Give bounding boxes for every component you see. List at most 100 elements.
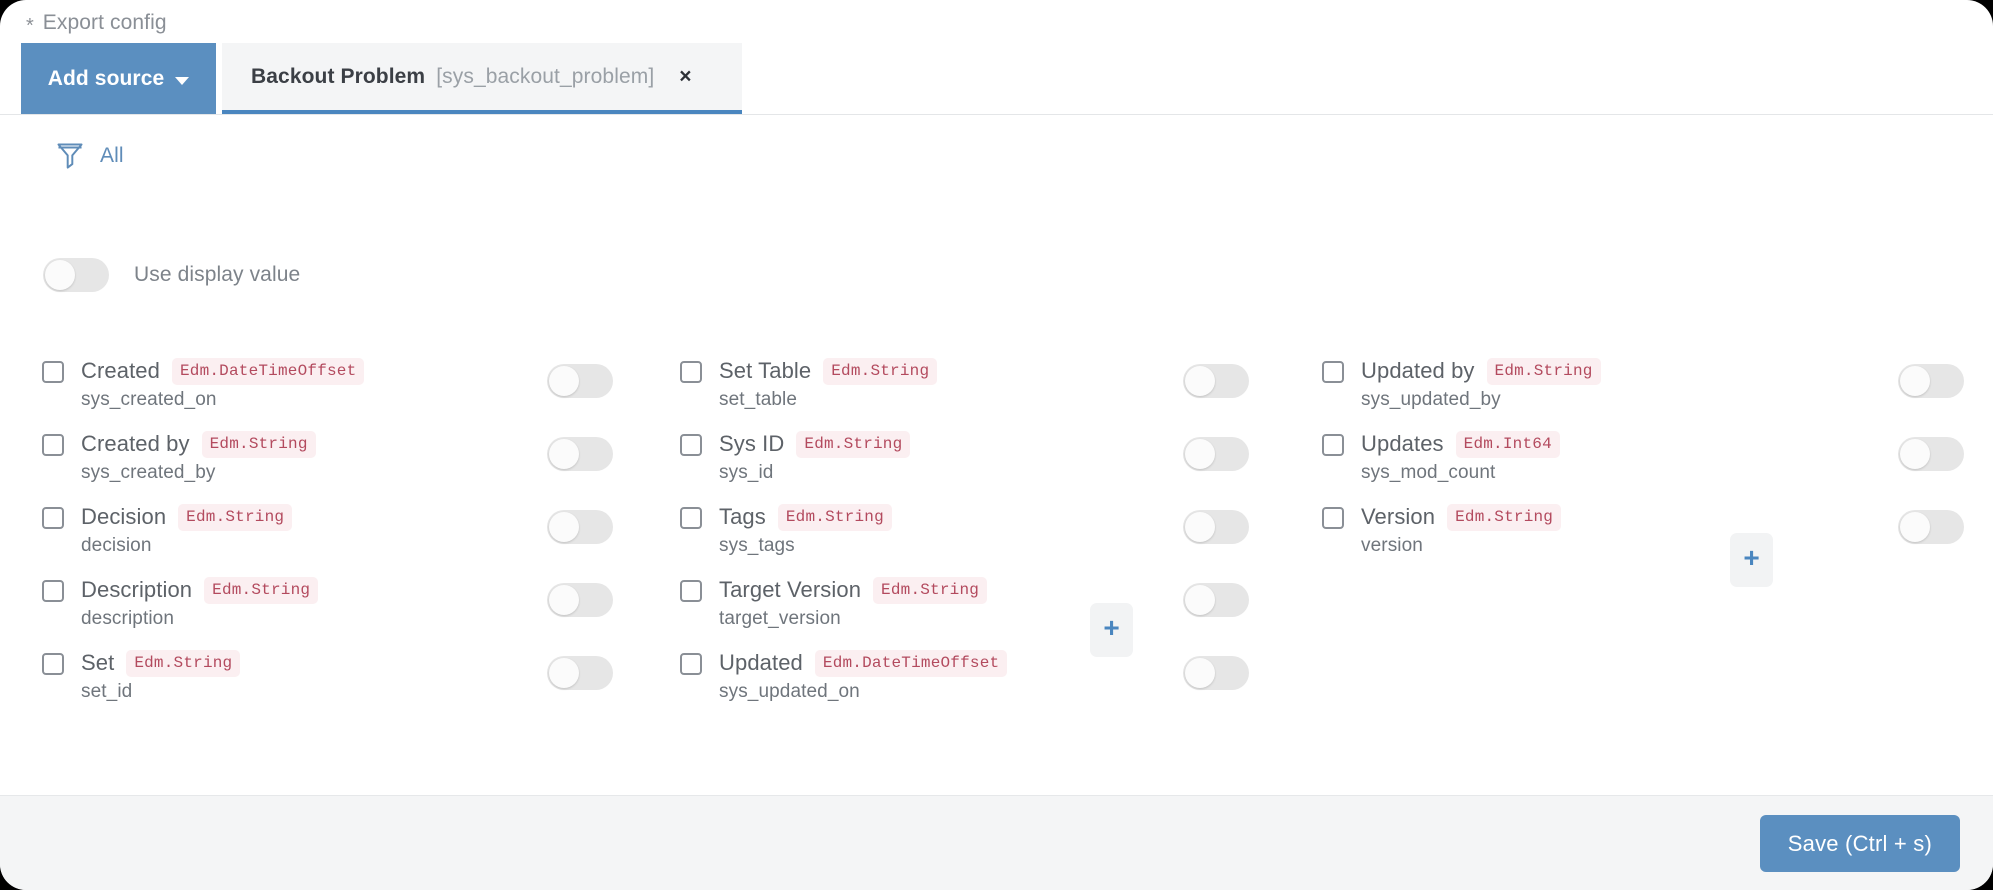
- field-type-badge: Edm.DateTimeOffset: [171, 357, 365, 385]
- field-title-line: Updated Edm.DateTimeOffset: [719, 647, 1008, 679]
- field-internal-name: version: [1361, 535, 1423, 556]
- field-type-badge: Edm.DateTimeOffset: [814, 649, 1008, 677]
- add-source-button[interactable]: Add source: [21, 43, 216, 114]
- field-row: Created by Edm.String sys_created_by: [42, 428, 640, 501]
- chevron-down-icon: [175, 76, 190, 85]
- field-internal-name: target_version: [719, 608, 841, 629]
- field-checkbox[interactable]: [680, 507, 702, 529]
- field-toggle[interactable]: [547, 656, 613, 690]
- field-label: Set: [81, 650, 115, 675]
- field-row: Set Edm.String set_id: [42, 647, 640, 720]
- field-type-badge: Edm.String: [873, 576, 988, 604]
- plus-icon: +: [1743, 542, 1760, 573]
- field-toggle[interactable]: [1183, 364, 1249, 398]
- field-checkbox[interactable]: [1322, 434, 1344, 456]
- field-row: Created Edm.DateTimeOffset sys_created_on: [42, 355, 640, 428]
- field-type-badge: Edm.String: [777, 503, 892, 531]
- field-toggle[interactable]: [547, 510, 613, 544]
- close-icon[interactable]: ×: [679, 66, 691, 87]
- field-text: Target Version Edm.String target_version: [719, 574, 988, 630]
- field-label: Updated by: [1361, 358, 1475, 383]
- field-checkbox[interactable]: [680, 361, 702, 383]
- use-display-value-label: Use display value: [134, 263, 301, 286]
- field-type-badge: Edm.String: [823, 357, 938, 385]
- field-label: Description: [81, 577, 193, 602]
- field-toggle[interactable]: [1183, 656, 1249, 690]
- field-checkbox[interactable]: [42, 653, 64, 675]
- toggle-knob: [549, 658, 579, 688]
- field-type-badge: Edm.Int64: [1455, 430, 1560, 458]
- field-text: Created by Edm.String sys_created_by: [81, 428, 316, 484]
- add-field-button-column-3[interactable]: +: [1730, 533, 1773, 587]
- field-checkbox[interactable]: [42, 434, 64, 456]
- page-header: * Export config: [26, 7, 167, 39]
- field-column-2: Set Table Edm.String set_table Sys ID Edm.St…: [640, 355, 1280, 720]
- field-label: Decision: [81, 504, 167, 529]
- field-checkbox[interactable]: [680, 580, 702, 602]
- field-internal-name: sys_updated_by: [1361, 389, 1501, 410]
- field-type-badge: Edm.String: [178, 503, 293, 531]
- field-internal-name: set_table: [719, 389, 798, 410]
- field-type-badge: Edm.String: [1447, 503, 1562, 531]
- field-toggle[interactable]: [547, 364, 613, 398]
- field-label: Tags: [719, 504, 766, 529]
- field-title-line: Tags Edm.String: [719, 501, 892, 533]
- export-config-card: * Export config Add source Backout Probl…: [0, 0, 1993, 890]
- field-checkbox[interactable]: [1322, 361, 1344, 383]
- field-type-badge: Edm.String: [201, 430, 316, 458]
- field-toggle[interactable]: [1183, 510, 1249, 544]
- field-text: Set Table Edm.String set_table: [719, 355, 938, 411]
- field-toggle[interactable]: [547, 583, 613, 617]
- required-asterisk-icon: *: [26, 15, 34, 37]
- field-row: Description Edm.String description: [42, 574, 640, 647]
- field-toggle[interactable]: [547, 437, 613, 471]
- field-internal-name: sys_mod_count: [1361, 462, 1496, 483]
- field-title-line: Created Edm.DateTimeOffset: [81, 355, 365, 387]
- field-row: Set Table Edm.String set_table: [680, 355, 1280, 428]
- field-internal-name: sys_tags: [719, 535, 795, 556]
- field-title-line: Set Edm.String: [81, 647, 241, 679]
- field-title-line: Updated by Edm.String: [1361, 355, 1601, 387]
- field-toggle[interactable]: [1898, 510, 1964, 544]
- filter-all-control[interactable]: All: [56, 141, 124, 171]
- add-field-button-column-2[interactable]: +: [1090, 603, 1133, 657]
- field-label: Set Table: [719, 358, 812, 383]
- use-display-value-toggle[interactable]: [43, 258, 109, 292]
- field-checkbox[interactable]: [42, 361, 64, 383]
- field-column-3: Updated by Edm.String sys_updated_by Update…: [1280, 355, 1993, 720]
- toggle-knob: [1185, 439, 1215, 469]
- save-button[interactable]: Save (Ctrl + s): [1759, 815, 1960, 872]
- field-toggle[interactable]: [1898, 364, 1964, 398]
- tab-label: Backout Problem: [251, 64, 426, 88]
- field-label: Created: [81, 358, 160, 383]
- tab-backout-problem[interactable]: Backout Problem [sys_backout_problem] ×: [222, 43, 742, 114]
- field-toggle[interactable]: [1898, 437, 1964, 471]
- plus-icon: +: [1103, 612, 1120, 643]
- field-label: Version: [1361, 504, 1436, 529]
- field-text: Decision Edm.String decision: [81, 501, 293, 557]
- toggle-knob: [549, 439, 579, 469]
- field-internal-name: set_id: [81, 681, 133, 702]
- field-text: Description Edm.String description: [81, 574, 319, 630]
- field-title-line: Version Edm.String: [1361, 501, 1562, 533]
- field-toggle[interactable]: [1183, 437, 1249, 471]
- field-type-badge: Edm.String: [126, 649, 241, 677]
- field-text: Sys ID Edm.String sys_id: [719, 428, 911, 484]
- field-toggle[interactable]: [1183, 583, 1249, 617]
- toggle-knob: [1900, 512, 1930, 542]
- field-label: Target Version: [719, 577, 862, 602]
- field-label: Sys ID: [719, 431, 785, 456]
- field-row: Target Version Edm.String target_version: [680, 574, 1280, 647]
- field-checkbox[interactable]: [680, 434, 702, 456]
- field-internal-name: sys_id: [719, 462, 774, 483]
- field-checkbox[interactable]: [42, 580, 64, 602]
- field-row: Decision Edm.String decision: [42, 501, 640, 574]
- field-checkbox[interactable]: [1322, 507, 1344, 529]
- add-source-label: Add source: [47, 66, 165, 90]
- field-label: Updates: [1361, 431, 1444, 456]
- toggle-knob: [1185, 512, 1215, 542]
- field-checkbox[interactable]: [680, 653, 702, 675]
- field-text: Tags Edm.String sys_tags: [719, 501, 892, 557]
- field-checkbox[interactable]: [42, 507, 64, 529]
- field-row: Updated by Edm.String sys_updated_by: [1322, 355, 1993, 428]
